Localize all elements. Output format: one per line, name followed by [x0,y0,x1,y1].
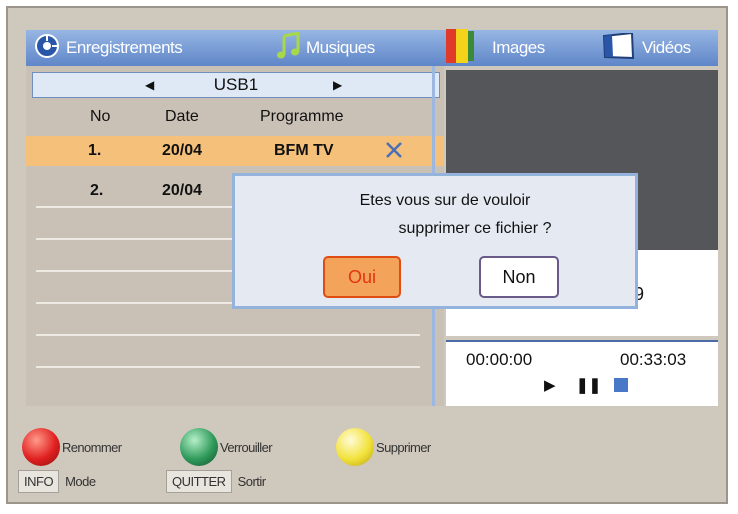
source-selector[interactable]: ◀ USB1 ▶ [32,72,440,98]
table-row[interactable]: 1. 20/04 BFM TV [26,136,444,166]
col-header-no: No [90,108,111,125]
arrow-right-icon[interactable]: ▶ [333,78,342,92]
play-icon[interactable]: ▶ [544,376,556,394]
tab-recordings[interactable]: Enregistrements [34,30,183,66]
yes-button[interactable]: Oui [323,256,401,298]
images-icon [444,28,486,68]
delete-mark-icon [384,140,404,165]
row-divider [36,366,420,368]
yellow-button-icon [336,428,374,466]
row-date: 20/04 [162,142,203,159]
row-no: 2. [90,182,104,199]
tab-videos[interactable]: Vidéos [600,30,691,66]
tab-music[interactable]: Musiques [276,30,375,66]
rename-label: Renommer [62,439,122,455]
row-no: 1. [88,142,102,159]
rename-action[interactable]: Renommer [22,428,122,466]
lock-label: Verrouiller [220,439,273,455]
row-date: 20/04 [162,182,203,199]
stop-icon[interactable] [614,378,628,392]
video-icon [600,31,636,64]
tab-recordings-label: Enregistrements [66,38,183,57]
col-header-programme: Programme [260,108,344,125]
total-time: 00:33:03 [620,350,687,369]
red-button-icon [22,428,60,466]
dialog-line-2: supprimer ce fichier ? [398,220,552,237]
playback-panel: 00:00:00 00:33:03 ▶ ❚❚ [446,340,718,406]
tab-images[interactable]: Images [444,28,545,68]
no-button[interactable]: Non [479,256,559,298]
recordings-icon [34,33,60,64]
green-button-icon [180,428,218,466]
col-header-date: Date [165,108,199,125]
delete-confirm-dialog: Etes vous sur de vouloir supprimer ce fi… [232,173,638,309]
tab-music-label: Musiques [306,38,375,57]
quit-key-hint: QUITTER Sortir [166,470,266,493]
tab-images-label: Images [492,38,545,57]
delete-label: Supprimer [376,439,431,455]
quit-key-label: Sortir [237,474,267,489]
elapsed-time: 00:00:00 [466,350,533,369]
quit-key: QUITTER [166,470,232,493]
tab-videos-label: Vidéos [642,38,691,57]
delete-action[interactable]: Supprimer [336,428,431,466]
source-label: USB1 [213,75,259,94]
dialog-line-1: Etes vous sur de vouloir [359,192,531,209]
arrow-left-icon[interactable]: ◀ [145,78,154,92]
info-key-label: Mode [65,474,96,489]
info-key-hint: INFO Mode [18,470,96,493]
row-divider [36,334,420,336]
music-note-icon [276,30,300,65]
pause-icon[interactable]: ❚❚ [576,376,601,394]
row-programme: BFM TV [274,142,334,159]
media-tabs: Enregistrements Musiques Images Vidéos [26,28,718,68]
lock-action[interactable]: Verrouiller [180,428,273,466]
info-key: INFO [18,470,60,493]
